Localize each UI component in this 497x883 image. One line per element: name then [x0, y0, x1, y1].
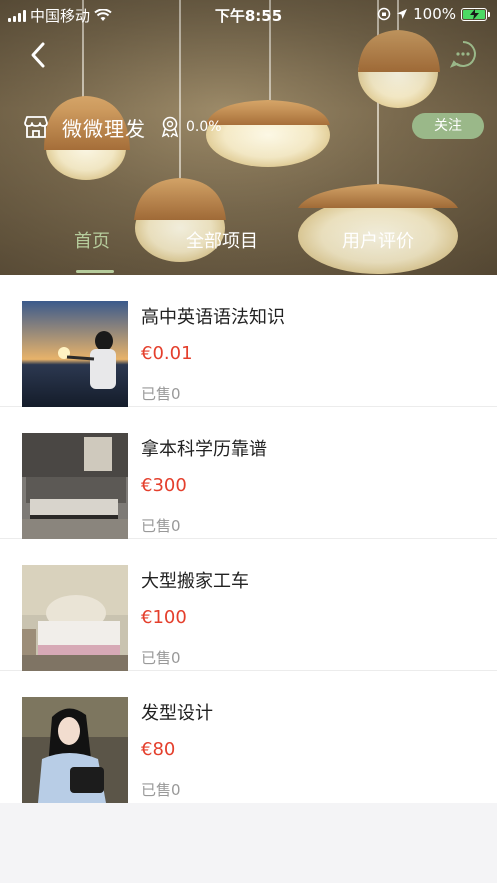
item-sold-count: 已售0 — [141, 781, 181, 799]
item-title: 大型搬家工车 — [141, 571, 249, 592]
item-price: €0.01 — [141, 343, 193, 364]
message-button[interactable] — [448, 39, 478, 69]
item-title: 发型设计 — [141, 703, 213, 724]
lock-rotation-icon — [377, 7, 391, 21]
item-thumbnail — [22, 301, 128, 407]
item-price: €80 — [141, 739, 176, 760]
item-title: 拿本科学历靠谱 — [141, 439, 267, 460]
list-item[interactable]: 发型设计 €80 已售0 — [0, 671, 497, 803]
list-item[interactable]: 拿本科学历靠谱 €300 已售0 — [0, 407, 497, 539]
list-item[interactable]: 大型搬家工车 €100 已售0 — [0, 539, 497, 671]
shop-header: 中国移动 下午8:55 100% 微微理发 0.0% 关注 首页 全部项目 用户… — [0, 0, 497, 275]
status-right: 100% — [377, 5, 490, 23]
tab-home[interactable]: 首页 — [74, 226, 110, 275]
tab-bar: 首页 全部项目 用户评价 — [0, 226, 497, 275]
tab-active-indicator — [76, 270, 114, 273]
shop-name: 微微理发 — [62, 116, 146, 141]
location-arrow-icon — [397, 9, 408, 19]
award-badge-icon — [161, 116, 179, 138]
shop-rating: 0.0% — [186, 119, 222, 135]
item-title: 高中英语语法知识 — [141, 307, 285, 328]
tab-reviews[interactable]: 用户评价 — [342, 226, 414, 275]
battery-label: 100% — [413, 5, 456, 23]
item-sold-count: 已售0 — [141, 517, 181, 535]
follow-button[interactable]: 关注 — [412, 113, 484, 139]
item-price: €300 — [141, 475, 187, 496]
message-bubble-icon — [449, 41, 476, 68]
battery-icon — [461, 7, 490, 21]
status-bar: 中国移动 下午8:55 100% — [0, 0, 497, 28]
back-button[interactable] — [22, 38, 56, 72]
list-item[interactable]: 高中英语语法知识 €0.01 已售0 — [0, 275, 497, 407]
item-sold-count: 已售0 — [141, 385, 181, 403]
item-sold-count: 已售0 — [141, 649, 181, 667]
tab-all-items[interactable]: 全部项目 — [186, 226, 258, 275]
item-thumbnail — [22, 697, 128, 803]
item-thumbnail — [22, 433, 128, 539]
shop-icon — [24, 116, 48, 138]
shop-info: 微微理发 0.0% — [22, 112, 222, 142]
item-thumbnail — [22, 565, 128, 671]
item-price: €100 — [141, 607, 187, 628]
product-list: 高中英语语法知识 €0.01 已售0 拿本科学历靠谱 €300 已售0 大型搬家… — [0, 275, 497, 803]
back-chevron-icon — [31, 42, 45, 68]
